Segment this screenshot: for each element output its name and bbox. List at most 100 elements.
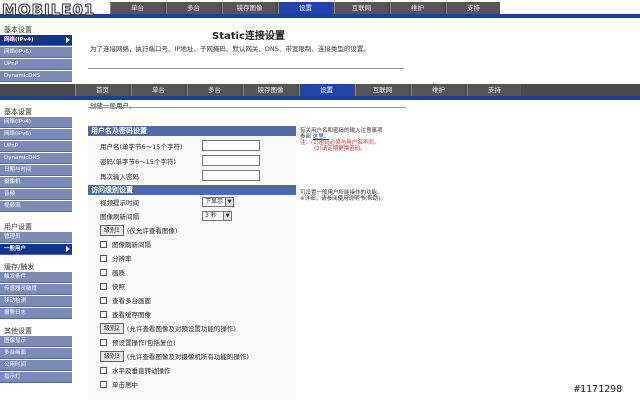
side-item-sensor[interactable]: 传感器灵敏度 (0, 284, 72, 295)
side-item-audio[interactable]: 音频 (0, 189, 72, 200)
user-settings-form: 用户名及密码设置 用户名(单字节6～15个字符) 密码(单字节6～15个字符) … (88, 126, 296, 400)
side-item-datetime[interactable]: 日期与时间 (0, 165, 72, 176)
display-time-label: 视频提示时间 (100, 199, 139, 207)
side-item-ddns[interactable]: DynamicDNS (0, 153, 72, 164)
page-description: 为了连接网络，执行端口号、IP地址、子网掩码、默认网关、DNS、带宽限制、连接类… (90, 45, 370, 53)
check-label: 图像刷新间隔 (112, 241, 151, 249)
side-item-general-user[interactable]: 一般用户 (0, 244, 72, 255)
username-input[interactable] (202, 140, 260, 151)
help-line: ※详细，请参阅使用说明书(帮助)。 (300, 196, 386, 202)
check-row: 图像刷新间隔 (88, 237, 296, 251)
side-item-upnp[interactable]: UPnP (0, 59, 72, 70)
check-row: 分辨率 (88, 251, 296, 265)
level1-button[interactable]: 级别1 (100, 224, 124, 236)
tab-maintenance[interactable]: 维护 (390, 2, 444, 14)
row-level2: 级别2 (允许查看图像及对预设置功能的操作) (88, 321, 296, 335)
tab-support[interactable]: 支持 (446, 2, 500, 14)
tab-single[interactable]: 单台 (131, 84, 185, 96)
watermark: #1171298 (574, 384, 623, 395)
check-label: 预设置操作(包括复位) (112, 339, 176, 347)
side-item-camera[interactable]: 摄像机 (0, 177, 72, 188)
side-item-ddns[interactable]: DynamicDNS (0, 71, 72, 82)
side-item-upnp[interactable]: UPnP (0, 141, 72, 152)
checkbox[interactable] (100, 268, 107, 276)
row-confirm: 再次输入密码 (88, 168, 296, 183)
help-credentials: 有关用户名和密码的输入注意事项 参阅 这里。 注：(1)密码必须与用户名不同。 … (300, 128, 410, 152)
checkbox[interactable] (100, 296, 107, 304)
section-header-credentials: 用户名及密码设置 (88, 126, 296, 136)
side-item-public-time[interactable]: 公用时间 (0, 360, 72, 371)
refresh-label: 图像刷新间隔 (100, 213, 139, 221)
tab-multi[interactable]: 多台 (166, 2, 220, 14)
row-refresh: 图像刷新间隔 3 秒 ▼ (88, 209, 296, 223)
top-frame: 单台 多台 镜存图像 设置 互联网 维护 支持 MOBILE01 基本设置 网络… (0, 0, 640, 84)
tab-settings[interactable]: 设置 (299, 84, 353, 96)
chevron-down-icon: ▼ (225, 198, 233, 206)
section-header-access: 访问级别设置 (88, 185, 296, 195)
tab-single[interactable]: 单台 (110, 2, 164, 14)
check-row: 查看缓存图像 (88, 307, 296, 321)
check-row: 单击居中 (88, 377, 296, 391)
mobile01-logo: MOBILE01 (1, 1, 96, 20)
check-label: 查看多台画面 (112, 297, 151, 305)
tab-home[interactable]: 首页 (75, 84, 129, 96)
side-head-users: 用户设置 (4, 223, 32, 231)
level2-button[interactable]: 级别2 (100, 322, 124, 334)
side-item-ipv6[interactable]: 网络(IPv6) (0, 129, 72, 140)
side-item-image-display[interactable]: 图像显示 (0, 336, 72, 347)
side-item-trigger[interactable]: 触发条件 (0, 272, 72, 283)
check-label: 分辨率 (112, 255, 132, 263)
side-item-alarm-log[interactable]: 报警日志 (0, 308, 72, 319)
checkbox[interactable] (100, 366, 107, 374)
check-label: 快照 (112, 283, 125, 291)
tab-internet[interactable]: 互联网 (355, 84, 409, 96)
side-item-multi-screen[interactable]: 多台画面 (0, 348, 72, 359)
tab-internet[interactable]: 互联网 (334, 2, 388, 14)
tab-maintenance[interactable]: 维护 (411, 84, 465, 96)
row-display-time: 视频提示时间 下显示 ▼ (88, 195, 296, 209)
selected-arrow-icon (66, 246, 70, 252)
checkbox[interactable] (100, 240, 107, 248)
selected-arrow-icon (66, 37, 70, 43)
password-input[interactable] (202, 155, 260, 166)
top-nav-tabs: 单台 多台 镜存图像 设置 互联网 维护 支持 (110, 2, 500, 14)
refresh-select[interactable]: 3 秒 ▼ (202, 211, 232, 221)
check-row: 预设置操作(包括复位) (88, 335, 296, 349)
confirm-password-input[interactable] (202, 170, 260, 181)
row-username: 用户名(单字节6～15个字符) (88, 138, 296, 153)
tab-settings[interactable]: 设置 (278, 2, 332, 14)
side-item-video-stream[interactable]: 视频流 (0, 201, 72, 212)
tab-support[interactable]: 支持 (467, 84, 521, 96)
side-head-buffer: 缓存/触发 (4, 263, 35, 271)
side-item-ipv6[interactable]: 网络(IPv6) (0, 47, 72, 58)
check-row: 快照 (88, 279, 296, 293)
side-item-indicator[interactable]: 指示灯 (0, 372, 72, 383)
confirm-label: 再次输入密码 (100, 172, 139, 181)
help-note: (2)请定期更换密码。 (314, 146, 366, 152)
checkbox[interactable] (100, 254, 107, 262)
check-label: 查看缓存图像 (112, 311, 151, 319)
side-menu: 基本设置 网络(IPv4) 网络(IPv6) UPnP DynamicDNS 日… (0, 106, 72, 384)
username-label: 用户名(单字节6～15个字符) (100, 142, 183, 151)
check-label: 画质 (112, 269, 125, 277)
select-value: 3 秒 (205, 212, 217, 219)
checkbox[interactable] (100, 282, 107, 290)
tab-buffer[interactable]: 镜存图像 (243, 84, 297, 96)
tab-multi[interactable]: 多台 (187, 84, 241, 96)
checkbox[interactable] (100, 338, 107, 346)
level3-description: (允许查看图像及对摄像机所有功能的操作) (126, 353, 249, 361)
side-item-label: 一般用户 (4, 246, 27, 252)
side-item-ipv4[interactable]: 网络(IPv4) (0, 117, 72, 128)
side-item-admin[interactable]: 管理员 (0, 232, 72, 243)
check-label: 水平及垂直转动操作 (112, 367, 171, 375)
level3-button[interactable]: 级别3 (100, 350, 124, 362)
display-time-select[interactable]: 下显示 ▼ (202, 197, 234, 207)
checkbox[interactable] (100, 310, 107, 318)
side-item-motion[interactable]: 移动检测 (0, 296, 72, 307)
checkbox[interactable] (100, 380, 107, 388)
check-row: 画质 (88, 265, 296, 279)
side-item-ipv4[interactable]: 网络(IPv4) (0, 35, 72, 46)
tab-buffer[interactable]: 镜存图像 (222, 2, 276, 14)
help-access: 可设置一般用户所能操作的功能。 ※详细，请参阅使用说明书(帮助)。 (300, 190, 410, 202)
chevron-down-icon: ▼ (223, 212, 231, 220)
